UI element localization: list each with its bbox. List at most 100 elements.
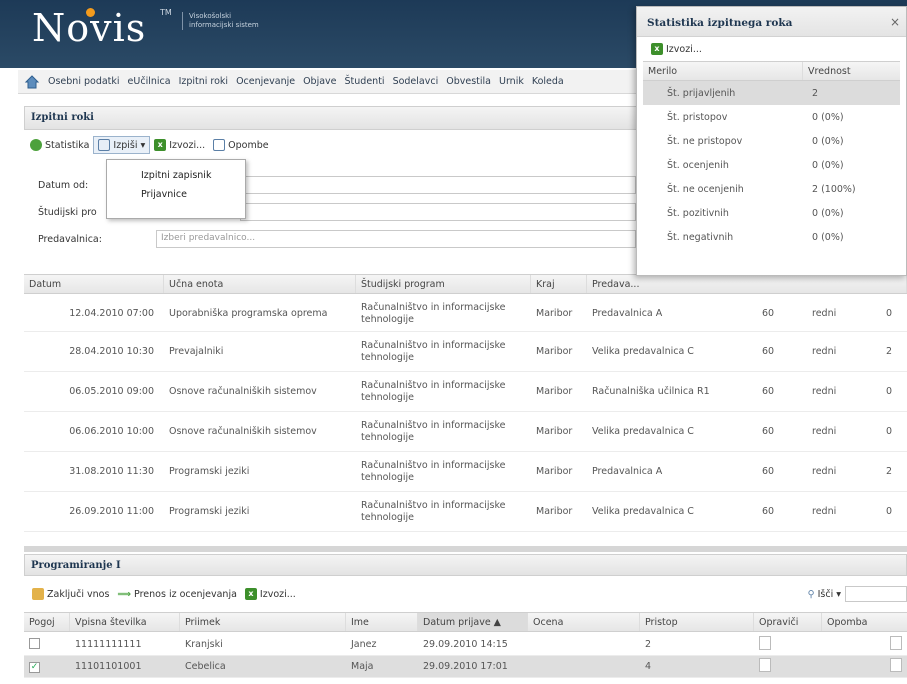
print-button[interactable]: Izpiši ▾ — [93, 136, 151, 154]
nav-studenti[interactable]: Študenti — [341, 76, 389, 87]
search-input[interactable] — [845, 586, 907, 602]
cell-place: Maribor — [536, 308, 573, 319]
statistics-export-button[interactable]: x Izvozi... — [647, 41, 706, 57]
cell-room: Velika predavalnica C — [592, 346, 694, 357]
cell-unit: Programski jeziki — [169, 466, 250, 477]
search-button[interactable]: ⚲ Išči ▾ — [804, 587, 845, 602]
table-row[interactable]: 31.08.2010 11:30 Programski jeziki Račun… — [24, 452, 907, 492]
nav-sodelavci[interactable]: Sodelavci — [389, 76, 443, 87]
list-item[interactable]: Št. negativnih 0 (0%) — [643, 225, 900, 249]
list-item[interactable]: Št. ne pristopov 0 (0%) — [643, 129, 900, 153]
lock-icon — [32, 588, 44, 600]
program-input[interactable] — [240, 203, 636, 221]
cell-unit: Osnove računalniških sistemov — [169, 426, 317, 437]
nav-obvestila[interactable]: Obvestila — [442, 76, 495, 87]
cell-count: 0 — [886, 308, 893, 319]
col-opomba[interactable]: Opomba — [822, 613, 907, 631]
date-from-input[interactable] — [240, 176, 636, 194]
col-opravici[interactable]: Opraviči — [754, 613, 822, 631]
nav-koleda[interactable]: Koleda — [528, 76, 568, 87]
search-icon: ⚲ — [807, 588, 815, 600]
date-from-label: Datum od: — [38, 180, 89, 191]
col-pogoj[interactable]: Pogoj — [24, 613, 70, 631]
cell-count: 0 — [886, 426, 893, 437]
home-icon[interactable] — [24, 74, 40, 90]
col-ucna-enota[interactable]: Učna enota — [164, 275, 356, 293]
table-row[interactable]: 06.06.2010 10:00 Osnove računalniških si… — [24, 412, 907, 452]
cell-place: Maribor — [536, 506, 573, 517]
cell-room: Velika predavalnica C — [592, 506, 694, 517]
nav-objave[interactable]: Objave — [299, 76, 340, 87]
table-row[interactable]: 06.05.2010 09:00 Osnove računalniških si… — [24, 372, 907, 412]
room-select[interactable]: Izberi predavalnico... — [156, 230, 636, 248]
statistics-toolbar: x Izvozi... — [637, 37, 906, 61]
table-row[interactable]: 11111111111 Kranjski Janez 29.09.2010 14… — [24, 634, 907, 656]
export-button[interactable]: x Izvozi... — [150, 137, 209, 153]
excel-icon: x — [244, 588, 257, 600]
statistics-grid-body: Št. prijavljenih 2 Št. pristopov 0 (0%) … — [643, 81, 900, 249]
list-item[interactable]: Št. pristopov 0 (0%) — [643, 105, 900, 129]
nav-osebni-podatki[interactable]: Osebni podatki — [44, 76, 124, 87]
table-row[interactable]: 26.09.2010 11:00 Programski jeziki Račun… — [24, 492, 907, 532]
logo-dot-icon — [86, 8, 95, 17]
notes-button[interactable]: Opombe — [209, 137, 272, 153]
metric-label: Št. negativnih — [667, 231, 734, 243]
export-label: Izvozi... — [666, 43, 702, 55]
cell-type: redni — [812, 426, 837, 437]
statistics-window-title: Statistika izpitnega roka — [637, 7, 906, 37]
col-ocena[interactable]: Ocena — [528, 613, 640, 631]
cell-program: Računalništvo in informacijske tehnologi… — [361, 301, 506, 325]
list-item[interactable]: Št. prijavljenih 2 — [643, 81, 900, 105]
export-label: Izvozi... — [259, 588, 296, 600]
cell-room: Velika predavalnica C — [592, 426, 694, 437]
menu-item-izpitni-zapisnik[interactable]: Izpitni zapisnik — [107, 166, 245, 185]
document-icon[interactable] — [890, 636, 902, 650]
cell-name: Maja — [351, 661, 374, 672]
cell-type: redni — [812, 506, 837, 517]
nav-izpitni-roki[interactable]: Izpitni roki — [175, 76, 233, 87]
col-kraj[interactable]: Kraj — [531, 275, 587, 293]
nav-urnik[interactable]: Urnik — [495, 76, 528, 87]
transfer-button[interactable]: ⟹ Prenos iz ocenjevanja — [113, 587, 241, 602]
cell-surname: Kranjski — [185, 639, 223, 650]
document-icon[interactable] — [759, 658, 771, 672]
menu-item-prijavnice[interactable]: Prijavnice — [107, 185, 245, 204]
statistics-button[interactable]: Statistika — [26, 137, 93, 153]
col-pristop[interactable]: Pristop — [640, 613, 754, 631]
nav-eucilnica[interactable]: eUčilnica — [124, 76, 175, 87]
col-datum-prijave[interactable]: Datum prijave ▲ — [418, 613, 528, 631]
list-item[interactable]: Št. ne ocenjenih 2 (100%) — [643, 177, 900, 201]
splitter-bar[interactable] — [24, 546, 907, 552]
col-program[interactable]: Študijski program — [356, 275, 531, 293]
col-vpisna-stevilka[interactable]: Vpisna številka — [70, 613, 180, 631]
col-predavalnica[interactable]: Predava... — [587, 275, 907, 293]
table-row[interactable]: ✓ 11101101001 Čebelica Maja 29.09.2010 1… — [24, 656, 907, 678]
close-entry-button[interactable]: Zaključi vnos — [28, 586, 113, 602]
col-datum[interactable]: Datum — [24, 275, 164, 293]
condition-checkbox[interactable]: ✓ — [29, 661, 40, 673]
course-export-button[interactable]: x Izvozi... — [241, 586, 300, 602]
metric-value: 0 (0%) — [812, 207, 844, 219]
col-priimek[interactable]: Priimek — [180, 613, 346, 631]
document-icon[interactable] — [759, 636, 771, 650]
cell-capacity: 60 — [762, 308, 775, 319]
nav-ocenjevanje[interactable]: Ocenjevanje — [232, 76, 299, 87]
metric-value: 0 (0%) — [812, 159, 844, 171]
statistics-window: Statistika izpitnega roka × x Izvozi... … — [636, 6, 907, 276]
condition-checkbox[interactable] — [29, 637, 40, 649]
col-merilo[interactable]: Merilo — [643, 62, 803, 80]
metric-label: Št. prijavljenih — [667, 87, 736, 99]
list-item[interactable]: Št. pozitivnih 0 (0%) — [643, 201, 900, 225]
col-vrednost[interactable]: Vrednost — [803, 62, 899, 80]
document-icon[interactable] — [890, 658, 902, 672]
close-icon[interactable]: × — [890, 15, 900, 29]
table-row[interactable]: 12.04.2010 07:00 Uporabniška programska … — [24, 296, 907, 332]
cell-program: Računalništvo in informacijske tehnologi… — [361, 419, 506, 443]
list-item[interactable]: Št. ocenjenih 0 (0%) — [643, 153, 900, 177]
cell-capacity: 60 — [762, 466, 775, 477]
col-ime[interactable]: Ime — [346, 613, 418, 631]
cell-place: Maribor — [536, 386, 573, 397]
table-row[interactable]: 28.04.2010 10:30 Prevajalniki Računalniš… — [24, 332, 907, 372]
cell-unit: Uporabniška programska oprema — [169, 308, 328, 319]
cell-type: redni — [812, 466, 837, 477]
